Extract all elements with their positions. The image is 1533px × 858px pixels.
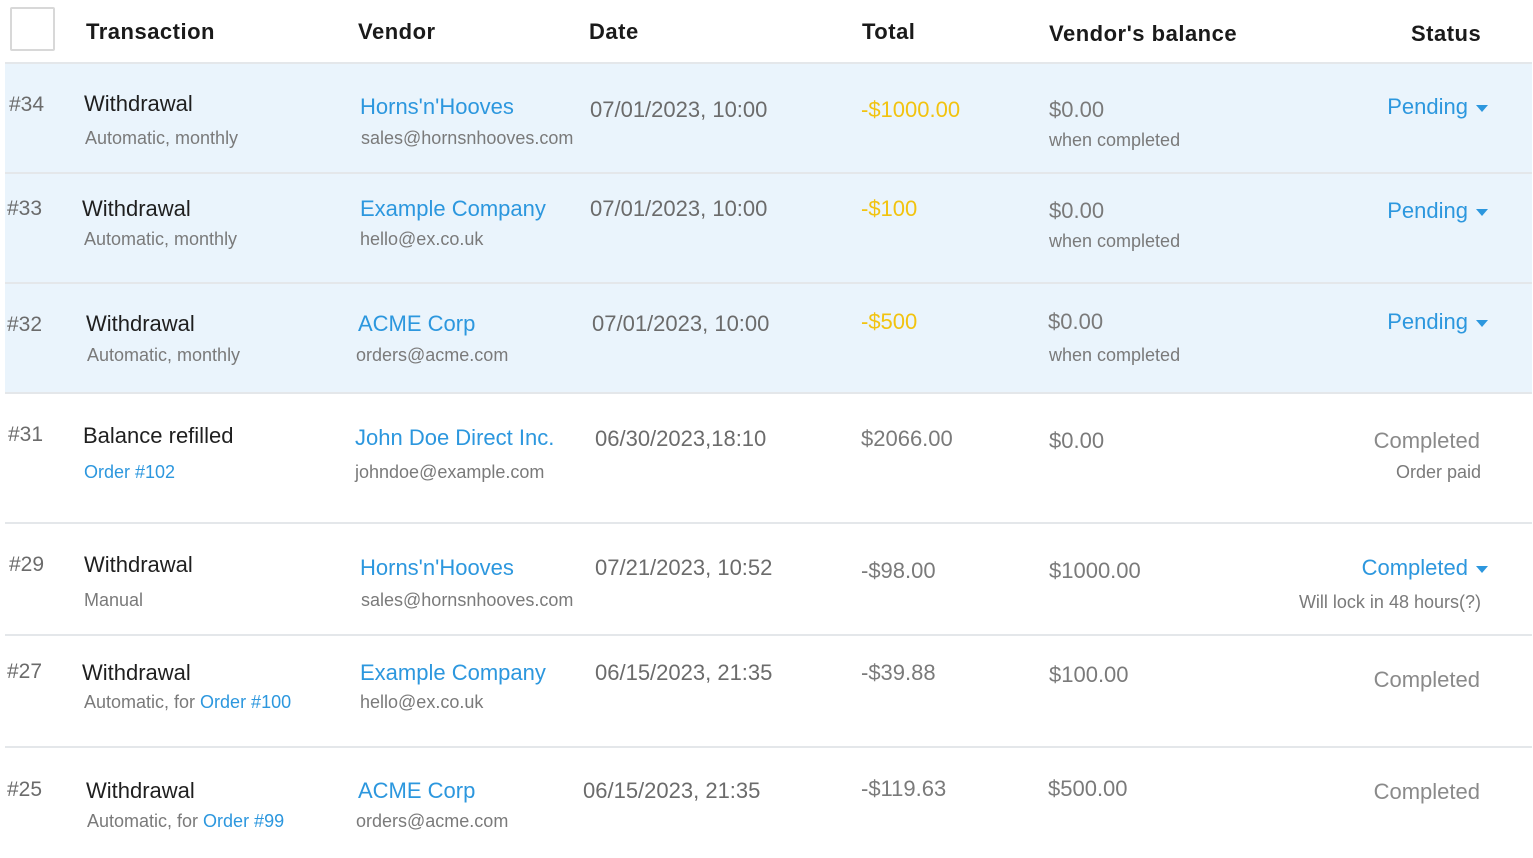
status-label: Pending bbox=[1387, 198, 1468, 223]
subtype-text: Automatic, for bbox=[84, 692, 201, 712]
chevron-down-icon bbox=[1476, 208, 1488, 216]
transaction-id: #29 bbox=[9, 553, 45, 576]
transaction-date: 06/15/2023, 21:35 bbox=[583, 778, 761, 803]
table-header: Transaction Vendor Date Total Vendor's b… bbox=[0, 0, 1533, 62]
vendor-email: orders@acme.com bbox=[356, 811, 509, 831]
header-transaction[interactable]: Transaction bbox=[86, 19, 215, 45]
table-row[interactable]: #32 Withdrawal Automatic, monthly ACME C… bbox=[5, 282, 1532, 392]
table-row[interactable]: #31 Balance refilled Order #102 John Doe… bbox=[5, 392, 1532, 522]
transaction-total: -$119.63 bbox=[861, 776, 947, 801]
transaction-type: Balance refilled bbox=[83, 423, 234, 448]
table-row[interactable]: #29 Withdrawal Manual Horns'n'Hooves sal… bbox=[5, 522, 1532, 634]
transaction-type: Withdrawal bbox=[84, 91, 193, 116]
chevron-down-icon bbox=[1476, 565, 1488, 573]
vendor-link[interactable]: ACME Corp bbox=[358, 311, 475, 337]
transaction-total: -$1000.00 bbox=[861, 97, 961, 122]
status-note: Will lock in 48 hours(?) bbox=[1298, 592, 1481, 612]
transaction-subtype: Automatic, for Order #99 bbox=[87, 811, 284, 832]
header-total[interactable]: Total bbox=[862, 19, 915, 45]
transaction-subtype: Automatic, monthly bbox=[85, 128, 239, 148]
transaction-type: Withdrawal bbox=[86, 311, 195, 336]
vendor-link[interactable]: Example Company bbox=[360, 196, 546, 222]
vendor-link[interactable]: Horns'n'Hooves bbox=[360, 94, 514, 120]
transaction-subtype: Automatic, for Order #100 bbox=[84, 692, 291, 713]
transaction-id: #34 bbox=[9, 93, 45, 116]
transactions-table: Transaction Vendor Date Total Vendor's b… bbox=[0, 0, 1533, 858]
status-label: Completed bbox=[1361, 555, 1468, 580]
status-label: Pending bbox=[1387, 309, 1468, 334]
vendor-balance: $0.00 bbox=[1049, 198, 1105, 223]
status-label: Completed bbox=[1373, 428, 1480, 453]
table-row[interactable]: #33 Withdrawal Automatic, monthly Exampl… bbox=[5, 172, 1532, 282]
transaction-date: 06/15/2023, 21:35 bbox=[595, 660, 773, 685]
vendor-email: hello@ex.co.uk bbox=[360, 692, 484, 712]
vendor-email: hello@ex.co.uk bbox=[360, 229, 484, 249]
transaction-subtype: Automatic, monthly bbox=[87, 345, 241, 365]
status-dropdown[interactable]: Pending bbox=[1387, 309, 1488, 335]
status-dropdown[interactable]: Pending bbox=[1387, 198, 1488, 224]
header-vendor[interactable]: Vendor bbox=[358, 19, 436, 45]
vendor-balance: $0.00 bbox=[1049, 97, 1105, 122]
vendor-link[interactable]: John Doe Direct Inc. bbox=[355, 425, 554, 451]
order-link[interactable]: Order #100 bbox=[200, 692, 291, 712]
transaction-id: #27 bbox=[7, 660, 43, 683]
transaction-date: 07/01/2023, 10:00 bbox=[590, 97, 768, 122]
transaction-date: 07/01/2023, 10:00 bbox=[592, 311, 770, 336]
vendor-email: sales@hornsnhooves.com bbox=[361, 590, 574, 610]
vendor-balance: $0.00 bbox=[1049, 428, 1105, 453]
chevron-down-icon bbox=[1476, 104, 1488, 112]
vendor-email: orders@acme.com bbox=[356, 345, 509, 365]
vendor-balance: $100.00 bbox=[1049, 662, 1129, 687]
chevron-down-icon bbox=[1476, 319, 1488, 327]
vendor-link[interactable]: ACME Corp bbox=[358, 778, 475, 804]
status-dropdown[interactable]: Completed bbox=[1362, 555, 1488, 581]
header-vendor-balance[interactable]: Vendor's balance bbox=[1049, 21, 1237, 47]
transaction-id: #25 bbox=[7, 778, 43, 801]
vendor-link[interactable]: Example Company bbox=[360, 660, 546, 686]
vendor-balance: $500.00 bbox=[1048, 776, 1128, 801]
transaction-date: 07/21/2023, 10:52 bbox=[595, 555, 773, 580]
table-row[interactable]: #25 Withdrawal Automatic, for Order #99 … bbox=[5, 746, 1532, 858]
transaction-date: 07/01/2023, 10:00 bbox=[590, 196, 768, 221]
vendor-balance: $0.00 bbox=[1048, 309, 1104, 334]
transaction-total: -$39.88 bbox=[861, 660, 936, 685]
header-status[interactable]: Status bbox=[1411, 21, 1481, 47]
transaction-id: #32 bbox=[7, 313, 43, 336]
vendor-email: johndoe@example.com bbox=[355, 462, 545, 482]
subtype-text: Automatic, for bbox=[87, 811, 204, 831]
status-label: Completed bbox=[1373, 779, 1480, 804]
transaction-type: Withdrawal bbox=[82, 660, 191, 685]
status-dropdown[interactable]: Pending bbox=[1387, 94, 1488, 120]
table-row[interactable]: #27 Withdrawal Automatic, for Order #100… bbox=[5, 634, 1532, 746]
transaction-id: #31 bbox=[8, 423, 44, 446]
balance-note: when completed bbox=[1049, 130, 1181, 150]
order-link[interactable]: Order #99 bbox=[203, 811, 284, 831]
transaction-id: #33 bbox=[7, 197, 43, 220]
vendor-email: sales@hornsnhooves.com bbox=[361, 128, 574, 148]
vendor-balance: $1000.00 bbox=[1049, 558, 1141, 583]
select-all-checkbox[interactable] bbox=[10, 7, 55, 51]
order-link[interactable]: Order #102 bbox=[84, 462, 175, 483]
table-row[interactable]: #34 Withdrawal Automatic, monthly Horns'… bbox=[5, 62, 1532, 172]
status-label: Completed bbox=[1373, 667, 1480, 692]
transaction-total: -$500 bbox=[861, 309, 918, 334]
transaction-subtype: Automatic, monthly bbox=[84, 229, 238, 249]
balance-note: when completed bbox=[1049, 345, 1181, 365]
status-note: Order paid bbox=[1395, 462, 1481, 482]
transaction-date: 06/30/2023,18:10 bbox=[595, 426, 767, 451]
transaction-total: $2066.00 bbox=[861, 426, 953, 451]
status-label: Pending bbox=[1387, 94, 1468, 119]
vendor-link[interactable]: Horns'n'Hooves bbox=[360, 555, 514, 581]
transaction-type: Withdrawal bbox=[84, 552, 193, 577]
balance-note: when completed bbox=[1049, 231, 1181, 251]
header-date[interactable]: Date bbox=[589, 19, 639, 45]
transaction-total: -$98.00 bbox=[861, 558, 936, 583]
transaction-subtype: Manual bbox=[84, 590, 144, 610]
transaction-type: Withdrawal bbox=[82, 196, 191, 221]
transaction-total: -$100 bbox=[861, 196, 918, 221]
transaction-type: Withdrawal bbox=[86, 778, 195, 803]
